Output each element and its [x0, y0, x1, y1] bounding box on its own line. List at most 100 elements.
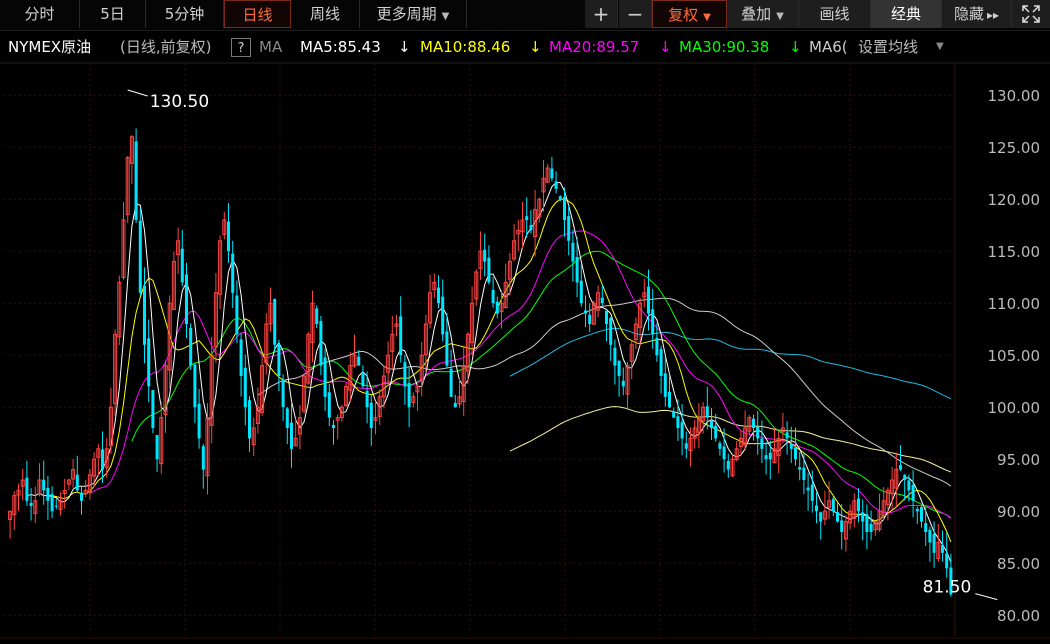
candle-body	[588, 314, 592, 324]
high-annotation: 130.50	[150, 92, 209, 112]
candle-body	[714, 425, 718, 439]
candle-body	[840, 520, 844, 532]
candle-body	[676, 416, 680, 428]
candle-body	[277, 344, 281, 376]
y-tick-label: 130.00	[988, 87, 1041, 105]
candle-body	[193, 364, 197, 408]
candle-body	[449, 368, 453, 397]
candle-body	[726, 461, 730, 470]
candle-body	[365, 390, 369, 408]
candle-body	[495, 301, 499, 314]
candle-body	[184, 274, 189, 324]
candle-body	[42, 479, 46, 491]
candle-body	[940, 544, 945, 553]
candle-body	[50, 494, 54, 512]
candle-body	[46, 488, 50, 501]
y-tick-label: 115.00	[988, 243, 1041, 261]
candle-body	[756, 426, 760, 439]
ma30-line	[131, 250, 952, 519]
ma120-line	[509, 327, 952, 400]
candle-body	[239, 339, 243, 376]
candle-body	[583, 310, 588, 314]
candle-body	[932, 534, 936, 553]
candle-body	[806, 487, 810, 491]
candle-body	[189, 327, 193, 366]
candle-body	[768, 452, 772, 460]
candle-body	[147, 338, 151, 387]
candle-body	[100, 449, 105, 470]
candle-body	[705, 406, 709, 418]
candle-body	[680, 422, 684, 439]
candle-body	[29, 502, 33, 506]
candle-body	[138, 220, 142, 293]
y-tick-label: 110.00	[988, 295, 1041, 313]
candle-body	[760, 438, 764, 449]
y-tick-label: 105.00	[988, 347, 1041, 365]
candle-body	[243, 367, 247, 408]
candle-body	[798, 467, 802, 470]
candle-body	[751, 418, 756, 428]
candle-body	[814, 505, 819, 512]
candlestick-chart[interactable]: 80.00 85.00 90.00 95.00 100.00 105.00 110.00 11…	[0, 0, 1050, 644]
candle-body	[571, 242, 575, 262]
candle-body	[525, 216, 529, 220]
candle-body	[919, 507, 924, 522]
y-tick-label: 125.00	[988, 139, 1041, 157]
candle-body	[835, 512, 840, 522]
candle-body	[134, 141, 138, 220]
candle-body	[567, 216, 571, 241]
candle-body	[487, 257, 491, 283]
candle-body	[924, 523, 928, 532]
candle-body	[672, 411, 676, 418]
candle-body	[898, 465, 903, 470]
candle-body	[621, 380, 625, 387]
candle-body	[361, 373, 365, 387]
candle-body	[579, 280, 583, 304]
candle-body	[550, 168, 554, 179]
candle-body	[285, 408, 289, 428]
candle-body	[646, 286, 651, 314]
candle-body	[281, 379, 285, 408]
candle-body	[319, 321, 323, 366]
y-tick-label: 120.00	[988, 191, 1041, 209]
candle-body	[785, 432, 789, 439]
y-tick-label: 100.00	[988, 399, 1041, 417]
candle-body	[331, 424, 336, 428]
candle-body	[399, 316, 403, 356]
candle-body	[197, 403, 201, 439]
candle-body	[709, 420, 714, 428]
candle-body	[554, 181, 558, 189]
candle-body	[273, 299, 277, 345]
candle-body	[142, 285, 147, 345]
candle-body	[25, 477, 29, 501]
candle-body	[663, 373, 667, 397]
candle-body	[201, 446, 205, 470]
candle-body	[609, 317, 613, 345]
annotation-arrow	[975, 593, 998, 601]
candle-body	[226, 221, 231, 252]
candle-body	[289, 422, 294, 449]
candle-body	[453, 402, 457, 408]
low-annotation: 81.50	[923, 578, 972, 598]
candle-body	[445, 331, 449, 366]
candle-body	[802, 467, 806, 480]
candle-body	[562, 197, 567, 220]
candle-body	[684, 443, 688, 449]
candle-body	[856, 498, 861, 512]
candle-body	[323, 357, 327, 397]
candle-body	[667, 391, 672, 408]
candle-body	[789, 443, 793, 449]
candle-body	[793, 447, 798, 460]
candle-body	[911, 484, 915, 501]
candle-body	[180, 248, 184, 283]
candle-body	[75, 474, 79, 491]
candle-body	[865, 514, 869, 532]
candle-body	[575, 257, 579, 283]
candle-body	[617, 360, 621, 376]
y-tick-label: 95.00	[997, 451, 1040, 469]
candle-body	[907, 480, 911, 491]
candle-body	[945, 553, 949, 569]
candle-body	[764, 455, 768, 460]
candle-body	[600, 297, 604, 304]
candle-body	[441, 296, 445, 335]
